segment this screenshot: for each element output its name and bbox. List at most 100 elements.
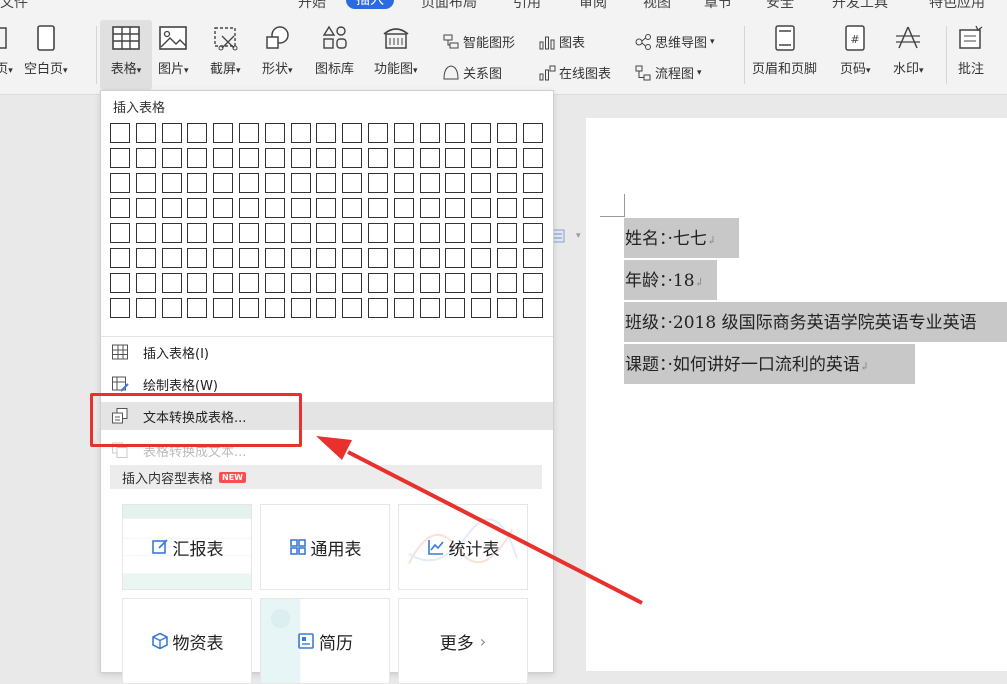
table-button[interactable]: 表格▾ (100, 20, 152, 90)
table-grid-cell[interactable] (316, 173, 337, 193)
menu-tab-security[interactable]: 安全 (766, 0, 794, 10)
table-grid-cell[interactable] (135, 223, 156, 243)
table-grid-cell[interactable] (419, 248, 440, 268)
table-grid-cell[interactable] (471, 173, 492, 193)
table-grid-cell[interactable] (238, 173, 259, 193)
table-grid-cell[interactable] (393, 223, 414, 243)
table-grid-cell[interactable] (290, 273, 311, 293)
table-grid-cell[interactable] (110, 198, 130, 218)
table-grid-cell[interactable] (264, 173, 285, 193)
statistics-table-card[interactable]: 统计表 (398, 504, 528, 590)
table-grid-cell[interactable] (496, 248, 517, 268)
table-grid-cell[interactable] (264, 248, 285, 268)
table-grid-cell[interactable] (419, 298, 440, 318)
table-grid-cell[interactable] (342, 298, 363, 318)
table-grid-cell[interactable] (161, 298, 182, 318)
table-grid-cell[interactable] (264, 123, 285, 143)
document-page[interactable] (586, 118, 1007, 671)
table-grid-cell[interactable] (393, 298, 414, 318)
more-templates-card[interactable]: 更多 › (398, 598, 528, 684)
menu-tab-references[interactable]: 引用 (513, 0, 541, 10)
doc-line-name[interactable]: 姓名：·七七↲ (624, 218, 1007, 258)
table-grid-cell[interactable] (238, 223, 259, 243)
table-grid-cell[interactable] (522, 298, 543, 318)
table-grid-cell[interactable] (342, 273, 363, 293)
table-grid-cell[interactable] (135, 248, 156, 268)
table-grid-cell[interactable] (161, 223, 182, 243)
menu-tab-file[interactable]: 文件 (0, 0, 28, 10)
table-grid-cell[interactable] (110, 298, 130, 318)
layout-options-caret[interactable]: ▾ (576, 231, 581, 241)
table-grid-cell[interactable] (419, 173, 440, 193)
table-grid-cell[interactable] (367, 273, 388, 293)
table-grid-cell[interactable] (496, 123, 517, 143)
table-grid-cell[interactable] (445, 223, 466, 243)
table-grid-cell[interactable] (342, 123, 363, 143)
table-grid-cell[interactable] (187, 223, 208, 243)
table-grid-cell[interactable] (161, 248, 182, 268)
table-grid-cell[interactable] (393, 273, 414, 293)
table-grid-cell[interactable] (471, 148, 492, 168)
table-grid-cell[interactable] (522, 123, 543, 143)
table-grid-cell[interactable] (290, 123, 311, 143)
table-grid-cell[interactable] (135, 123, 156, 143)
table-grid-cell[interactable] (187, 298, 208, 318)
table-grid-cell[interactable] (393, 198, 414, 218)
table-grid-cell[interactable] (393, 248, 414, 268)
table-grid-cell[interactable] (110, 123, 130, 143)
table-grid-cell[interactable] (213, 173, 234, 193)
table-grid-cell[interactable] (213, 148, 234, 168)
table-grid-cell[interactable] (471, 198, 492, 218)
table-grid-cell[interactable] (264, 198, 285, 218)
table-grid-cell[interactable] (213, 198, 234, 218)
table-grid-cell[interactable] (161, 148, 182, 168)
table-grid-cell[interactable] (238, 123, 259, 143)
smart-graphic-button[interactable]: 智能图形 (442, 32, 515, 51)
table-grid-cell[interactable] (264, 223, 285, 243)
table-grid-cell[interactable] (367, 173, 388, 193)
table-grid-cell[interactable] (161, 198, 182, 218)
table-grid-cell[interactable] (367, 248, 388, 268)
table-grid-cell[interactable] (110, 273, 130, 293)
table-grid-cell[interactable] (135, 173, 156, 193)
table-grid-cell[interactable] (187, 148, 208, 168)
table-grid-cell[interactable] (238, 248, 259, 268)
menu-tab-layout[interactable]: 页面布局 (421, 0, 477, 10)
table-grid-cell[interactable] (445, 248, 466, 268)
table-grid-cell[interactable] (264, 273, 285, 293)
table-grid-cell[interactable] (316, 148, 337, 168)
relation-chart-button[interactable]: 关系图 (442, 63, 502, 82)
table-grid-cell[interactable] (213, 298, 234, 318)
table-grid-cell[interactable] (522, 273, 543, 293)
table-grid-cell[interactable] (290, 223, 311, 243)
table-grid-cell[interactable] (238, 198, 259, 218)
table-grid-cell[interactable] (496, 148, 517, 168)
menu-tab-home[interactable]: 开始 (298, 0, 326, 10)
comment-button[interactable]: 批注 (956, 24, 986, 77)
table-grid-cell[interactable] (290, 198, 311, 218)
page-number-button[interactable]: # 页码▾ (840, 24, 871, 77)
table-grid-cell[interactable] (316, 123, 337, 143)
table-grid-cell[interactable] (187, 173, 208, 193)
function-chart-button[interactable]: 功能图▾ (374, 24, 418, 77)
table-grid-cell[interactable] (238, 273, 259, 293)
table-grid-cell[interactable] (419, 223, 440, 243)
table-grid-cell[interactable] (135, 148, 156, 168)
table-grid-cell[interactable] (110, 148, 130, 168)
report-table-card[interactable]: 汇报表 (122, 504, 252, 590)
table-grid-cell[interactable] (110, 173, 130, 193)
picture-button[interactable]: 图片▾ (158, 24, 189, 77)
table-grid-cell[interactable] (367, 123, 388, 143)
blank-page-button[interactable]: 空白页▾ (24, 24, 68, 77)
table-grid-cell[interactable] (419, 273, 440, 293)
doc-line-class[interactable]: 班级：·2018 级国际商务英语学院英语专业英语 (624, 302, 1007, 342)
watermark-button[interactable]: 水印▾ (893, 24, 924, 77)
chart-button[interactable]: 图表 (538, 32, 585, 51)
table-grid-cell[interactable] (342, 173, 363, 193)
table-grid-cell[interactable] (522, 223, 543, 243)
table-grid-cell[interactable] (290, 298, 311, 318)
table-grid-cell[interactable] (496, 198, 517, 218)
table-grid-cell[interactable] (367, 298, 388, 318)
table-grid-cell[interactable] (290, 173, 311, 193)
table-grid-cell[interactable] (342, 198, 363, 218)
